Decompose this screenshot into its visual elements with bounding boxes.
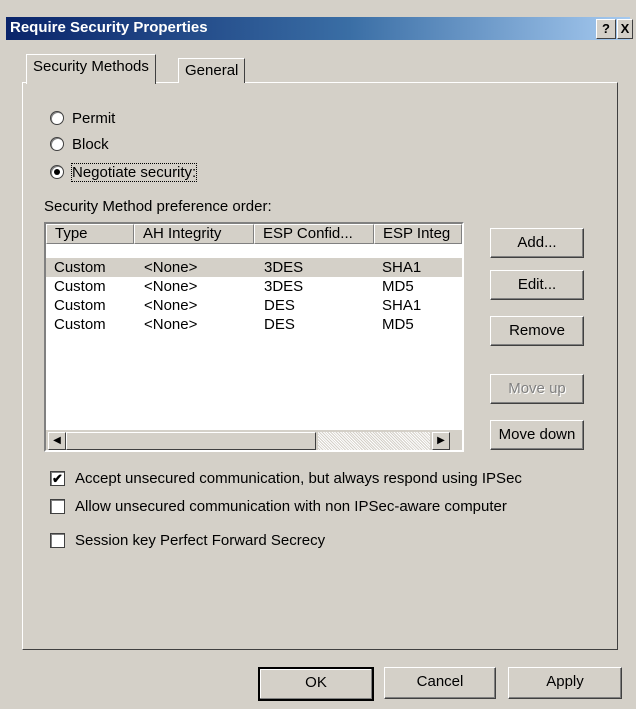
column-header-type[interactable]: Type [46,224,134,244]
radio-label: Permit [72,109,116,127]
add-button[interactable]: Add... [490,228,584,258]
security-methods-list[interactable]: Type AH Integrity ESP Confid... ESP Inte… [44,222,464,452]
checkbox-label: Allow unsecured communication with non I… [75,497,507,515]
cell-type: Custom [54,259,106,276]
radio-button[interactable] [50,111,64,125]
list-caption: Security Method preference order: [44,198,272,215]
dialog-window: Require Security Properties ? X Security… [0,0,636,709]
close-button[interactable]: X [617,19,633,39]
apply-button[interactable]: Apply [508,667,622,699]
table-row[interactable]: Custom <None> DES SHA1 [46,296,462,315]
scroll-thumb[interactable] [66,432,316,450]
tab-label: General [185,62,239,79]
column-header-esp-integrity[interactable]: ESP Integ [374,224,462,244]
checkbox-accept-unsecured[interactable]: ✔ Accept unsecured communication, but al… [50,468,522,488]
table-row[interactable]: Custom <None> DES MD5 [46,315,462,334]
tab-security-methods[interactable]: Security Methods [26,54,156,84]
scroll-left-icon[interactable]: ◀ [48,432,66,450]
cell-esp-integrity: SHA1 [382,297,422,314]
radio-button[interactable] [50,137,64,151]
tab-general[interactable]: General [178,58,246,83]
cell-ah-integrity: <None> [144,316,198,333]
tab-label: Security Methods [33,58,149,75]
cell-esp-confidentiality: 3DES [264,259,304,276]
column-header-ah-integrity[interactable]: AH Integrity [134,224,254,244]
checkbox-session-key-pfs[interactable]: Session key Perfect Forward Secrecy [50,530,325,550]
cell-esp-confidentiality: DES [264,316,295,333]
cell-esp-confidentiality: DES [264,297,295,314]
scroll-right-icon[interactable]: ▶ [432,432,450,450]
checkbox-box[interactable] [50,532,65,548]
cell-ah-integrity: <None> [144,297,198,314]
radio-block[interactable]: Block [50,134,109,154]
checkbox-allow-unsecured[interactable]: Allow unsecured communication with non I… [50,496,507,516]
radio-permit[interactable]: Permit [50,108,115,128]
cell-esp-confidentiality: 3DES [264,278,304,295]
move-down-button[interactable]: Move down [490,420,584,450]
cell-ah-integrity: <None> [144,259,198,276]
cell-esp-integrity: SHA1 [382,259,422,276]
cell-ah-integrity: <None> [144,278,198,295]
radio-label: Block [72,135,109,153]
cancel-button[interactable]: Cancel [384,667,496,699]
cell-type: Custom [54,278,106,295]
cell-type: Custom [54,316,106,333]
table-row[interactable]: Custom <None> 3DES SHA1 [46,258,462,277]
move-up-button[interactable]: Move up [490,374,584,404]
edit-button[interactable]: Edit... [490,270,584,300]
scroll-track[interactable] [318,432,430,450]
checkbox-label: Accept unsecured communication, but alwa… [75,469,522,487]
radio-button[interactable] [50,165,64,179]
table-row[interactable]: Custom <None> 3DES MD5 [46,277,462,296]
checkbox-label: Session key Perfect Forward Secrecy [75,531,326,549]
radio-negotiate-security[interactable]: Negotiate security: [50,162,198,182]
horizontal-scrollbar[interactable]: ◀ ▶ [46,430,462,450]
help-button[interactable]: ? [596,19,616,39]
column-header-esp-confidentiality[interactable]: ESP Confid... [254,224,374,244]
window-title: Require Security Properties [10,19,208,36]
remove-button[interactable]: Remove [490,316,584,346]
checkbox-box[interactable] [50,498,65,514]
cell-esp-integrity: MD5 [382,316,414,333]
title-bar[interactable]: Require Security Properties ? X [6,17,633,40]
cell-esp-integrity: MD5 [382,278,414,295]
cell-type: Custom [54,297,106,314]
check-icon[interactable]: ✔ [50,470,65,486]
radio-label: Negotiate security: [70,162,198,182]
ok-button[interactable]: OK [258,667,374,701]
